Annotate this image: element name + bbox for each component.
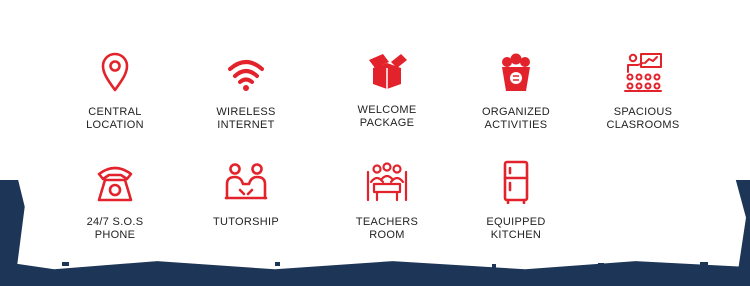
amenity-organized-activities: ORGANIZED ACTIVITIES	[456, 50, 576, 132]
amenity-label: TEACHERS ROOM	[355, 216, 419, 241]
classroom-icon	[624, 53, 662, 92]
amenity-label: SPACIOUS CLASROOMS	[606, 106, 680, 131]
paper-speck	[275, 262, 280, 266]
paper-speck	[598, 263, 604, 267]
paper-speck	[668, 266, 673, 269]
paper-speck	[700, 262, 708, 267]
amenity-teachers-room: TEACHERS ROOM	[327, 160, 447, 242]
amenity-tutorship: TUTORSHIP	[186, 160, 306, 229]
package-box-icon	[369, 54, 407, 89]
amenity-label: EQUIPPED KITCHEN	[486, 216, 546, 241]
popcorn-icon	[502, 53, 530, 91]
amenity-wireless-internet: WIRELESS INTERNET	[186, 50, 306, 132]
paper-speck	[62, 262, 69, 266]
teachers-room-icon	[366, 162, 408, 202]
amenity-sos-phone: 24/7 S.O.S PHONE	[55, 160, 175, 242]
amenity-label: 24/7 S.O.S PHONE	[86, 216, 144, 241]
map-pin-icon	[101, 52, 129, 92]
paper-speck	[492, 264, 496, 268]
amenity-welcome-package: WELCOME PACKAGE	[327, 48, 447, 130]
wifi-icon	[228, 60, 264, 91]
refrigerator-icon	[503, 160, 529, 204]
paper-speck	[190, 266, 194, 269]
amenity-label: ORGANIZED ACTIVITIES	[481, 106, 551, 131]
amenity-equipped-kitchen: EQUIPPED KITCHEN	[456, 160, 576, 242]
amenity-label: WIRELESS INTERNET	[216, 106, 276, 131]
telephone-icon	[97, 166, 133, 202]
tutor-meeting-icon	[224, 163, 268, 200]
amenity-spacious-classrooms: SPACIOUS CLASROOMS	[583, 50, 703, 132]
amenity-central-location: CENTRAL LOCATION	[55, 50, 175, 132]
amenity-label: WELCOME PACKAGE	[357, 104, 417, 129]
amenity-label: CENTRAL LOCATION	[86, 106, 144, 131]
amenity-label: TUTORSHIP	[212, 216, 280, 228]
